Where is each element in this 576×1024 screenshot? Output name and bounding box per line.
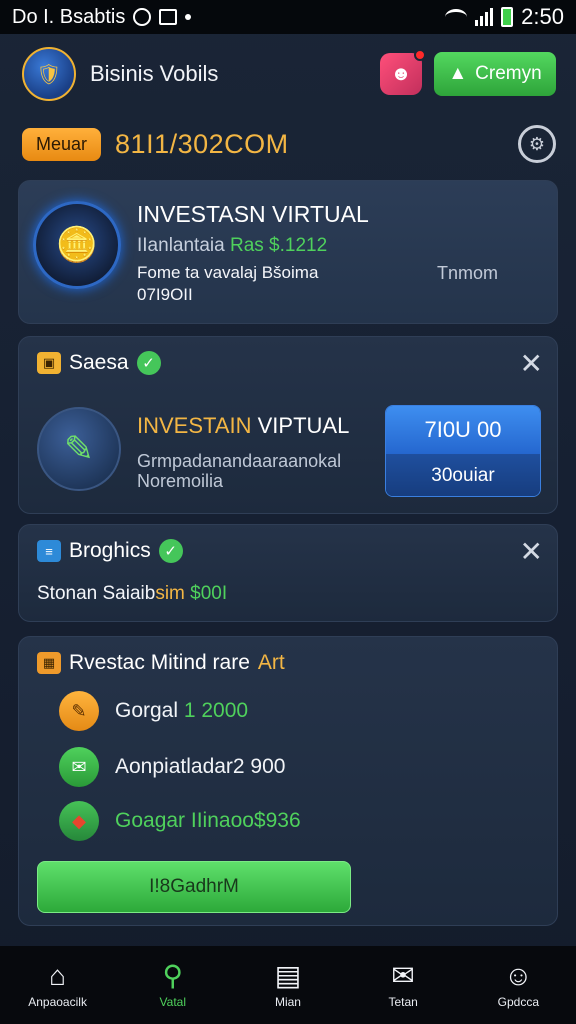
level-pill[interactable]: Meuar [22,127,102,161]
nav-label: Vatal [159,995,187,1009]
bottom-navigation: ⌂ Anpaoacilk ⚲ Vatal ▤ Mian ✉ Tetan ☺ Gp… [0,946,576,1024]
section-header: ▦ Rvestac Mitind rare Art [37,651,285,675]
broghics-card: ≡ Broghics ✓ ✕ Stonan Saiaibsim $00I [18,524,558,622]
coins-icon: 🪙 [33,201,121,289]
section-header: ▣ Saesa ✓ [37,351,161,375]
status-bar: Do I. Bsabtis 2:50 [0,0,576,34]
list-item[interactable]: ✎ Gorgal 1 2000 [59,691,248,731]
signal-icon [475,8,494,26]
section-title: Broghics [69,539,151,562]
nav-home[interactable]: ⌂ Anpaoacilk [8,960,108,1010]
nav-messages[interactable]: ✉ Tetan [353,960,453,1010]
more-dot-icon [185,14,192,20]
crown-icon: ▲ [448,63,468,84]
search-icon: ⚲ [162,960,184,991]
check-icon: ✓ [136,351,161,375]
line-money-yellow: sim [155,583,185,604]
section-header: ≡ Broghics ✓ [37,539,183,563]
status-carrier-text: Do I. Bsabtis [12,5,126,28]
list-item[interactable]: ✉ Aonpiatladar2 900 [59,747,285,787]
status-right: 2:50 [445,4,564,30]
item-label: Aonpiatladar2 900 [115,755,286,778]
card-description: Fome ta vavalaj Bšoima [137,263,319,282]
cta-button[interactable]: I!8GadhrM [37,861,351,913]
price-unit: 30ouiar [386,454,540,496]
pencil-icon: ✎ [59,691,99,731]
notification-button[interactable]: ☻ [380,49,426,95]
battery-icon [501,7,514,27]
price-amount: 7I0U 00 [386,406,540,454]
shield-icon: 🛡 [36,63,62,86]
card-subtitle: IIanlantaia Ras $.1212 [137,235,327,257]
item-value: 1 2000 [178,699,249,722]
bell-icon: ☻ [390,62,412,85]
status-left: Do I. Bsabtis [12,5,192,29]
virtual-investment-card[interactable]: 🪙 INVESTASN VIRTUAL IIanlantaia Ras $.12… [18,180,558,324]
chart-icon: ▤ [274,960,302,991]
list-item[interactable]: ◆ Goagar IIinaoo$936 [59,801,301,841]
offer-description-2: Noremoilia [137,471,224,491]
saesa-card: ▣ Saesa ✓ ✕ ✎ INVESTAIN VIPTUAL Grmpadan… [18,336,558,514]
offer-description: Grmpadanandaaraanokal [137,451,342,471]
status-time: 2:50 [521,4,564,29]
folder-icon: ▣ [37,352,61,374]
rvestac-card: ▦ Rvestac Mitind rare Art ✎ Gorgal 1 200… [18,636,558,926]
profile-icon: ☺ [504,960,533,991]
item-label: Goagar IIinaoo$936 [115,809,301,832]
balance-row: Meuar 81I1/302COM ⚙ [22,122,556,166]
nav-label: Tetan [388,995,418,1009]
chart-icon: ≡ [37,540,61,562]
pencil-icon: ✎ [37,407,121,491]
section-title-accent: Art [257,651,285,674]
nav-label: Anpaoacilk [28,995,87,1009]
section-title: Saesa [69,351,129,374]
subtitle-prefix: IIanlantaia [137,235,225,256]
line-money-green: $00I [184,583,228,604]
broghics-line: Stonan Saiaibsim $00I [37,583,227,605]
section-title: Rvestac Mitind rare [69,651,250,674]
nav-label: Gpdcca [497,995,540,1009]
offer-title-accent: INVESTAIN [137,413,252,438]
notification-icon [133,8,152,26]
wifi-icon [445,9,468,25]
nav-label: Mian [274,995,301,1009]
gem-icon: ◆ [59,801,99,841]
item-label: Gorgal [115,699,179,722]
check-icon: ✓ [158,539,183,563]
nav-main[interactable]: ▤ Mian [238,960,338,1010]
app-logo: 🛡 [22,47,76,101]
close-icon[interactable]: ✕ [520,347,543,380]
message-icon: ✉ [391,960,415,991]
balance-amount: 81I1/302COM [115,128,289,159]
subtitle-money: Ras $.1212 [229,235,328,256]
nav-search[interactable]: ⚲ Vatal [123,960,223,1010]
notification-badge [414,49,426,61]
offer-title-rest: VIPTUAL [251,413,350,438]
nav-profile[interactable]: ☺ Gpdcca [468,960,568,1010]
card-description-2: 07I9OII [137,285,193,304]
mail-icon: ✉ [59,747,99,787]
box-icon: ▦ [37,652,61,674]
card-side-text: Tnmom [437,263,499,283]
settings-button[interactable]: ⚙ [518,125,556,163]
app-header: 🛡 Bisinis Vobils ☻ ▲ Cremyn [22,44,556,104]
price-button[interactable]: 7I0U 00 30ouiar [385,405,541,497]
close-icon[interactable]: ✕ [520,535,543,568]
home-icon: ⌂ [49,960,67,991]
line-text: Stonan Saiaib [37,583,156,604]
screenshot-icon [159,9,178,25]
gear-icon: ⚙ [528,133,546,154]
card-title: INVESTASN VIRTUAL [137,201,369,227]
premium-button[interactable]: ▲ Cremyn [434,52,556,96]
offer-title: INVESTAIN VIPTUAL [137,413,349,439]
app-title: Bisinis Vobils [90,61,219,86]
premium-label: Cremyn [475,63,542,84]
